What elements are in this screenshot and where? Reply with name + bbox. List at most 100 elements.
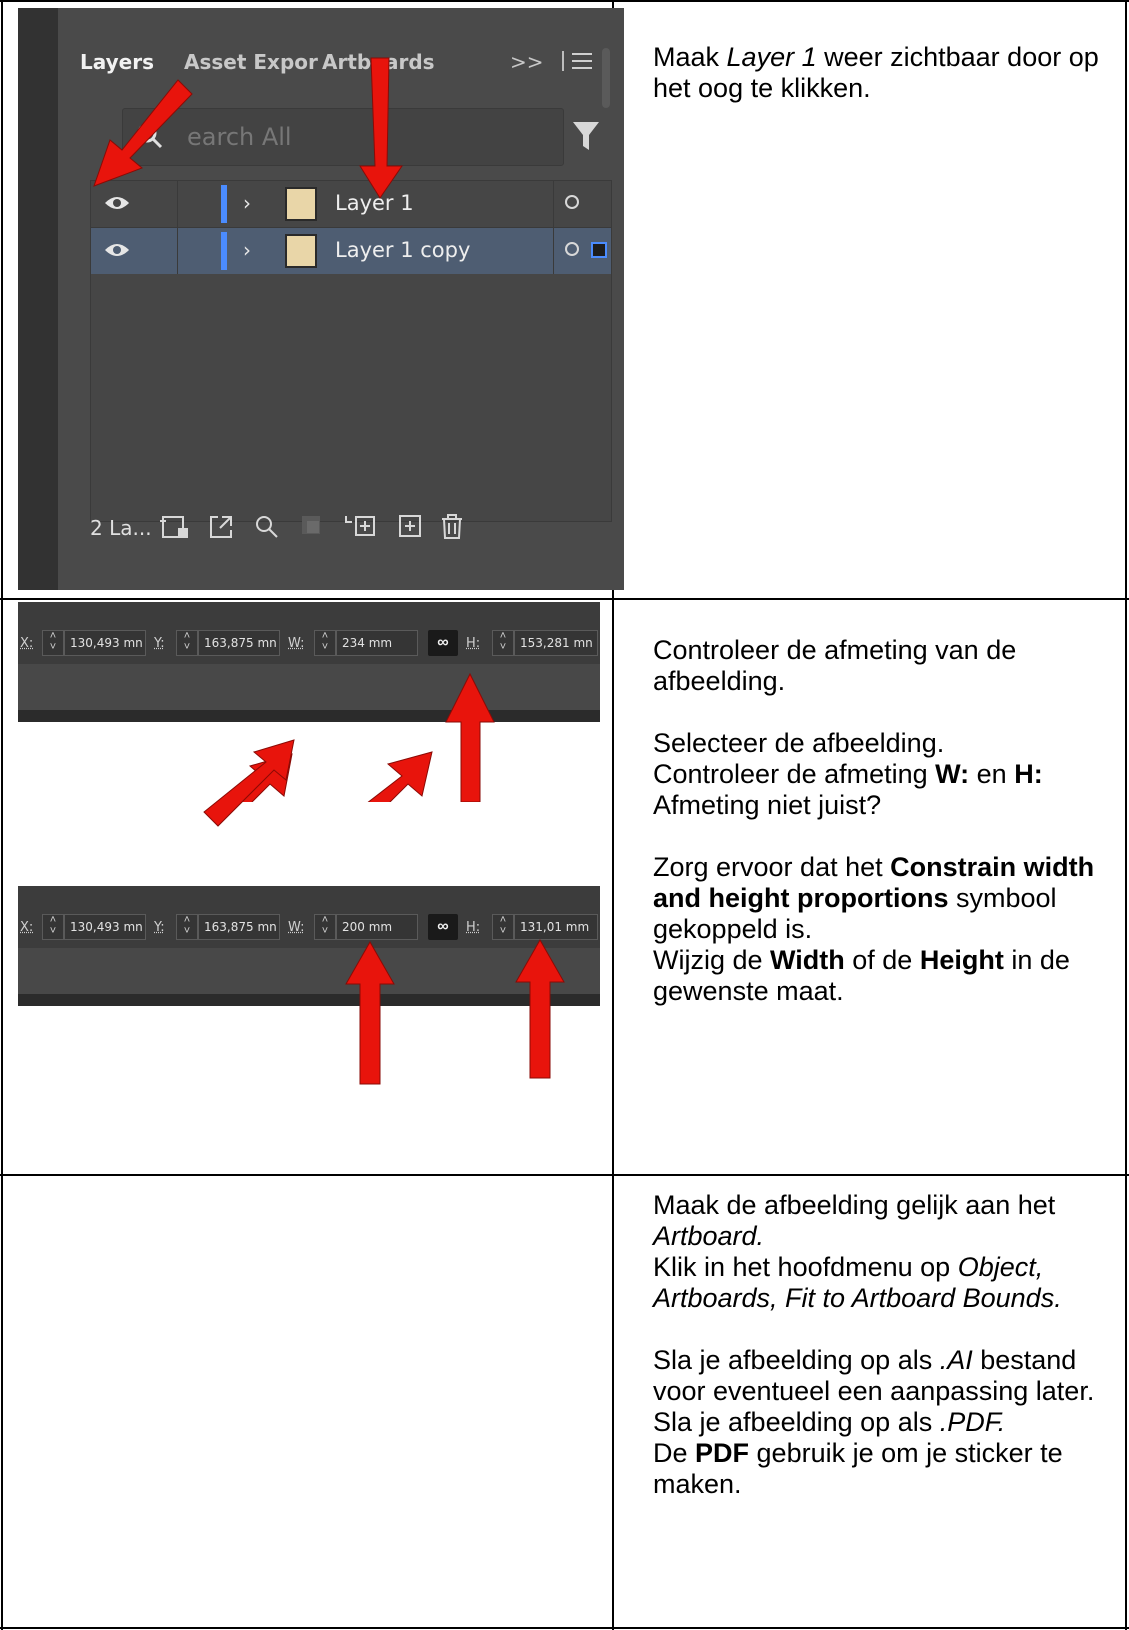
search-icon — [135, 121, 165, 156]
eye-icon[interactable] — [103, 240, 131, 265]
w-stepper[interactable]: ˄ ˅ — [314, 914, 336, 940]
target-circle-icon[interactable] — [565, 195, 579, 209]
table-row-divider-2 — [0, 1174, 1129, 1176]
layer-color-bar — [221, 185, 227, 223]
new-layer-icon[interactable] — [398, 514, 422, 544]
w-label: W: — [288, 636, 305, 651]
text-bold: Height — [919, 945, 1004, 975]
layer-name[interactable]: Layer 1 — [335, 191, 414, 215]
layer-count: 2 La... — [90, 516, 152, 540]
tab-layers[interactable]: Layers — [80, 50, 154, 74]
bar-background — [18, 664, 600, 710]
bar-background — [18, 948, 600, 994]
instruction-row-2: Controleer de afmeting van de afbeelding… — [653, 635, 1123, 1007]
h-label: H: — [466, 636, 481, 651]
menu-icon[interactable] — [562, 48, 594, 79]
tab-artboards[interactable]: Artboards — [322, 50, 435, 74]
eye-icon[interactable] — [103, 193, 131, 218]
text: Afmeting niet juist? — [653, 790, 882, 820]
text-bold: W: — [935, 759, 970, 789]
text: Wijzig de — [653, 945, 771, 975]
h-stepper[interactable]: ˄ ˅ — [492, 914, 514, 940]
target-column — [553, 181, 554, 227]
x-stepper[interactable]: ˄ ˅ — [42, 630, 64, 656]
y-stepper[interactable]: ˄ ˅ — [176, 630, 198, 656]
lock-column[interactable] — [177, 181, 178, 227]
text-italic: Artboard. — [653, 1221, 765, 1251]
panel-scrollbar[interactable] — [602, 48, 610, 108]
text: Maak — [653, 42, 727, 72]
link-icon[interactable]: ∞ — [428, 630, 458, 656]
text: Zorg ervoor dat het — [653, 852, 891, 882]
text: De — [653, 1438, 696, 1468]
instruction-row-3: Maak de afbeelding gelijk aan het Artboa… — [653, 1190, 1123, 1500]
table-border-right — [1125, 0, 1127, 1630]
chevron-right-icon[interactable]: › — [243, 191, 251, 215]
text: en — [969, 759, 1015, 789]
text: Klik in het hoofdmenu op — [653, 1252, 958, 1282]
filter-icon[interactable] — [572, 120, 600, 157]
y-stepper[interactable]: ˄ ˅ — [176, 914, 198, 940]
w-stepper[interactable]: ˄ ˅ — [314, 630, 336, 656]
table-border-bottom — [0, 1627, 1129, 1629]
layer-row[interactable]: › Layer 1 — [91, 181, 611, 228]
y-field[interactable]: 163,875 mn — [198, 630, 280, 656]
trash-icon[interactable] — [440, 514, 464, 546]
x-field[interactable]: 130,493 mn — [64, 630, 146, 656]
text-bold: PDF — [695, 1438, 750, 1468]
text: Sla je afbeelding op als — [653, 1345, 940, 1375]
table-border-top — [0, 0, 1129, 2]
mask-icon — [300, 514, 322, 542]
properties-bar-after: X: ˄ ˅ 130,493 mn Y: ˄ ˅ 163,875 mn W: ˄ ˅ … — [18, 886, 600, 1006]
y-field[interactable]: 163,875 mn — [198, 914, 280, 940]
search-input[interactable]: earch All — [122, 108, 564, 166]
x-label: X: — [20, 636, 34, 651]
text: Sla je afbeelding op als — [653, 1407, 940, 1437]
h-stepper[interactable]: ˄ ˅ — [492, 630, 514, 656]
layer-row-selected[interactable]: › Layer 1 copy — [91, 228, 611, 274]
properties-bar-before: X: ˄ ˅ 130,493 mn Y: ˄ ˅ 163,875 mn W: ˄ ˅ … — [18, 602, 600, 722]
panel-overflow-button[interactable]: >> — [510, 50, 544, 74]
instruction-row-1: Maak Layer 1 weer zichtbaar door op het … — [653, 42, 1123, 104]
target-column — [553, 228, 554, 274]
layers-panel-screenshot: Layers Asset Expor Artboards >> earch Al… — [18, 8, 624, 590]
artboard-icon[interactable] — [160, 514, 190, 546]
text-bold: H: — [1014, 759, 1043, 789]
text-bold: Width — [770, 945, 845, 975]
layers-panel: Layers Asset Expor Artboards >> earch Al… — [58, 8, 624, 590]
text-italic: .AI — [939, 1345, 973, 1375]
layer-thumbnail — [285, 234, 317, 268]
width-field[interactable]: 200 mm — [336, 914, 418, 940]
link-icon[interactable]: ∞ — [428, 914, 458, 940]
y-label: Y: — [154, 636, 165, 651]
table-row-divider-1 — [0, 598, 1129, 600]
layer-color-bar — [221, 232, 227, 270]
selection-indicator-icon[interactable] — [591, 242, 607, 258]
text: Maak de afbeelding gelijk aan het — [653, 1190, 1056, 1220]
text: Selecteer de afbeelding. — [653, 728, 945, 758]
w-label: W: — [288, 920, 305, 935]
tab-asset-export[interactable]: Asset Expor — [184, 50, 318, 74]
text-italic: Layer 1 — [726, 42, 817, 72]
height-field[interactable]: 153,281 mn — [514, 630, 598, 656]
locate-icon[interactable] — [254, 514, 280, 546]
table-border-left — [1, 0, 3, 1630]
lock-column[interactable] — [177, 228, 178, 274]
layer-thumbnail — [285, 187, 317, 221]
target-circle-icon[interactable] — [565, 242, 579, 256]
x-label: X: — [20, 920, 34, 935]
sublayer-icon[interactable] — [344, 514, 376, 544]
chevron-right-icon[interactable]: › — [243, 238, 251, 262]
x-stepper[interactable]: ˄ ˅ — [42, 914, 64, 940]
h-label: H: — [466, 920, 481, 935]
layers-list: › Layer 1 › Layer 1 copy — [90, 180, 612, 522]
text: Controleer de afmeting van de afbeelding… — [653, 635, 1017, 696]
height-field[interactable]: 131,01 mm — [514, 914, 598, 940]
layer-name[interactable]: Layer 1 copy — [335, 238, 470, 262]
width-field[interactable]: 234 mm — [336, 630, 418, 656]
x-field[interactable]: 130,493 mn — [64, 914, 146, 940]
text-italic: .PDF. — [939, 1407, 1006, 1437]
text: Controleer de afmeting — [653, 759, 936, 789]
text: of de — [844, 945, 920, 975]
export-icon[interactable] — [208, 514, 234, 546]
